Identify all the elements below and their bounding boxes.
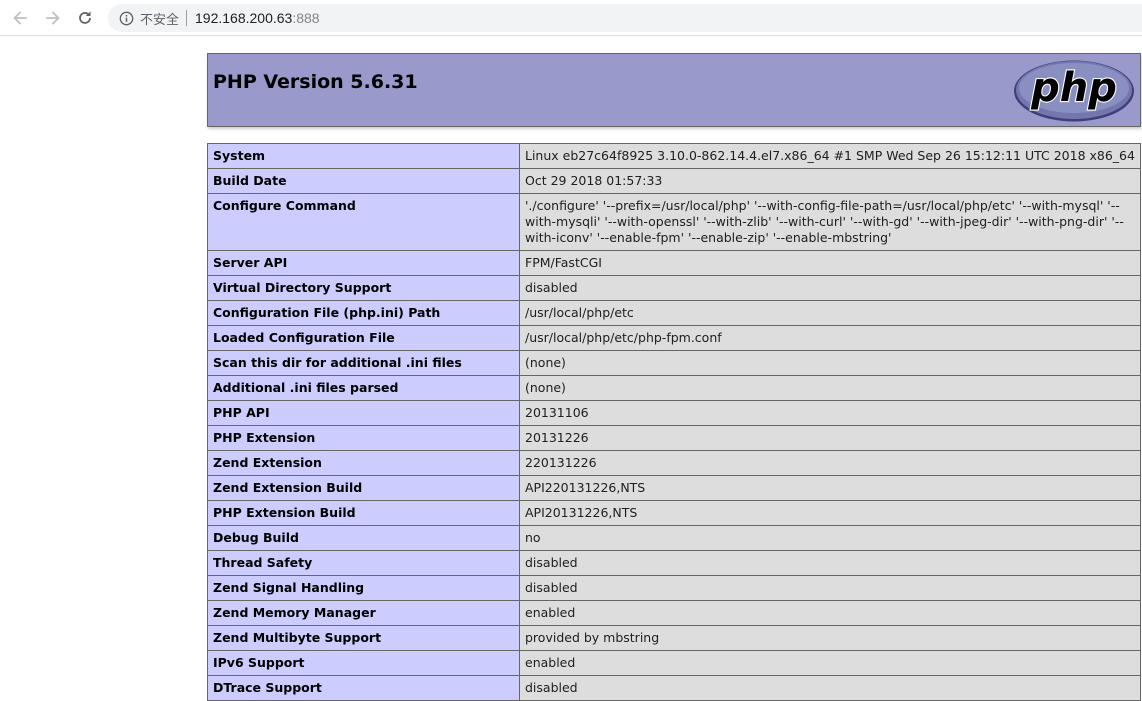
- url-port[interactable]: :888: [292, 10, 319, 26]
- row-label: Configuration File (php.ini) Path: [207, 300, 520, 326]
- row-value: disabled: [519, 550, 1141, 576]
- row-label: Build Date: [207, 168, 520, 194]
- row-label: Zend Extension: [207, 450, 520, 476]
- table-row: PHP API 20131106: [207, 400, 1141, 426]
- row-label: Zend Multibyte Support: [207, 625, 520, 651]
- row-value: enabled: [519, 650, 1141, 676]
- table-row: Zend Extension Build API220131226,NTS: [207, 475, 1141, 501]
- table-row: Configure Command './configure' '--prefix…: [207, 193, 1141, 251]
- table-row: PHP Extension Build API20131226,NTS: [207, 500, 1141, 526]
- row-label: DTrace Support: [207, 675, 520, 701]
- row-label: Configure Command: [207, 193, 520, 251]
- row-label: Zend Memory Manager: [207, 600, 520, 626]
- row-label: System: [207, 143, 520, 169]
- row-value: Linux eb27c64f8925 3.10.0-862.14.4.el7.x…: [519, 143, 1141, 169]
- table-row: Thread Safety disabled: [207, 550, 1141, 576]
- row-value: provided by mbstring: [519, 625, 1141, 651]
- address-bar[interactable]: 不安全 192.168.200.63:888: [108, 4, 1142, 32]
- phpinfo-page: PHP Version 5.6.31 php System Linux eb27c…: [207, 53, 1141, 701]
- forward-button[interactable]: [41, 6, 65, 30]
- back-button[interactable]: [8, 6, 32, 30]
- table-row: System Linux eb27c64f8925 3.10.0-862.14.4…: [207, 143, 1141, 169]
- url-host[interactable]: 192.168.200.63: [195, 10, 292, 26]
- row-label: Server API: [207, 250, 520, 276]
- security-status-label[interactable]: 不安全: [140, 9, 179, 28]
- table-row: Configuration File (php.ini) Path/usr/lo…: [207, 300, 1141, 326]
- table-row: Zend Extension 220131226: [207, 450, 1141, 476]
- row-label: Loaded Configuration File: [207, 325, 520, 351]
- row-value: FPM/FastCGI: [519, 250, 1141, 276]
- row-label: Zend Signal Handling: [207, 575, 520, 601]
- phpinfo-header: PHP Version 5.6.31 php: [207, 53, 1141, 127]
- row-value: API220131226,NTS: [519, 475, 1141, 501]
- row-value: (none): [519, 350, 1141, 376]
- table-row: Debug Build no: [207, 525, 1141, 551]
- row-label: Additional .ini files parsed: [207, 375, 520, 401]
- row-value: /usr/local/php/etc: [519, 300, 1141, 326]
- row-value: enabled: [519, 600, 1141, 626]
- row-value: './configure' '--prefix=/usr/local/php' …: [519, 193, 1141, 251]
- reload-icon: [79, 11, 91, 24]
- info-icon[interactable]: [118, 10, 134, 26]
- row-value: 20131106: [519, 400, 1141, 426]
- table-row: Build Date Oct 29 2018 01:57:33: [207, 168, 1141, 194]
- table-row: Loaded Configuration File/usr/local/php/…: [207, 325, 1141, 351]
- arrow-right-icon: [46, 11, 60, 25]
- row-value: disabled: [519, 275, 1141, 301]
- browser-toolbar: 不安全 192.168.200.63:888: [0, 0, 1142, 36]
- row-label: PHP Extension: [207, 425, 520, 451]
- table-row: Zend Memory Manager enabled: [207, 600, 1141, 626]
- table-row: Additional .ini files parsed (none): [207, 375, 1141, 401]
- row-value: API20131226,NTS: [519, 500, 1141, 526]
- table-row: DTrace Support disabled: [207, 675, 1141, 701]
- row-value: disabled: [519, 575, 1141, 601]
- php-logo: php: [1014, 60, 1134, 122]
- row-value: 220131226: [519, 450, 1141, 476]
- row-label: IPv6 Support: [207, 650, 520, 676]
- table-row: PHP Extension 20131226: [207, 425, 1141, 451]
- arrow-left-icon: [13, 11, 27, 25]
- table-row: Virtual Directory Support disabled: [207, 275, 1141, 301]
- row-label: Thread Safety: [207, 550, 520, 576]
- row-value: (none): [519, 375, 1141, 401]
- row-label: Virtual Directory Support: [207, 275, 520, 301]
- table-row: Scan this dir for additional .ini files(…: [207, 350, 1141, 376]
- table-row: Zend Signal Handling disabled: [207, 575, 1141, 601]
- omnibox-separator: [186, 10, 188, 26]
- row-value: disabled: [519, 675, 1141, 701]
- row-label: PHP Extension Build: [207, 500, 520, 526]
- row-label: Debug Build: [207, 525, 520, 551]
- page-title: PHP Version 5.6.31: [213, 71, 418, 93]
- row-value: /usr/local/php/etc/php-fpm.conf: [519, 325, 1141, 351]
- row-value: no: [519, 525, 1141, 551]
- table-row: Server API FPM/FastCGI: [207, 250, 1141, 276]
- reload-button[interactable]: [73, 6, 97, 30]
- row-value: 20131226: [519, 425, 1141, 451]
- row-label: Scan this dir for additional .ini files: [207, 350, 520, 376]
- table-row: Zend Multibyte Support provided by mbstri…: [207, 625, 1141, 651]
- php-logo-text: php: [1030, 65, 1117, 111]
- phpinfo-table: System Linux eb27c64f8925 3.10.0-862.14.4…: [207, 143, 1141, 701]
- row-label: Zend Extension Build: [207, 475, 520, 501]
- table-row: IPv6 Support enabled: [207, 650, 1141, 676]
- row-value: Oct 29 2018 01:57:33: [519, 168, 1141, 194]
- row-label: PHP API: [207, 400, 520, 426]
